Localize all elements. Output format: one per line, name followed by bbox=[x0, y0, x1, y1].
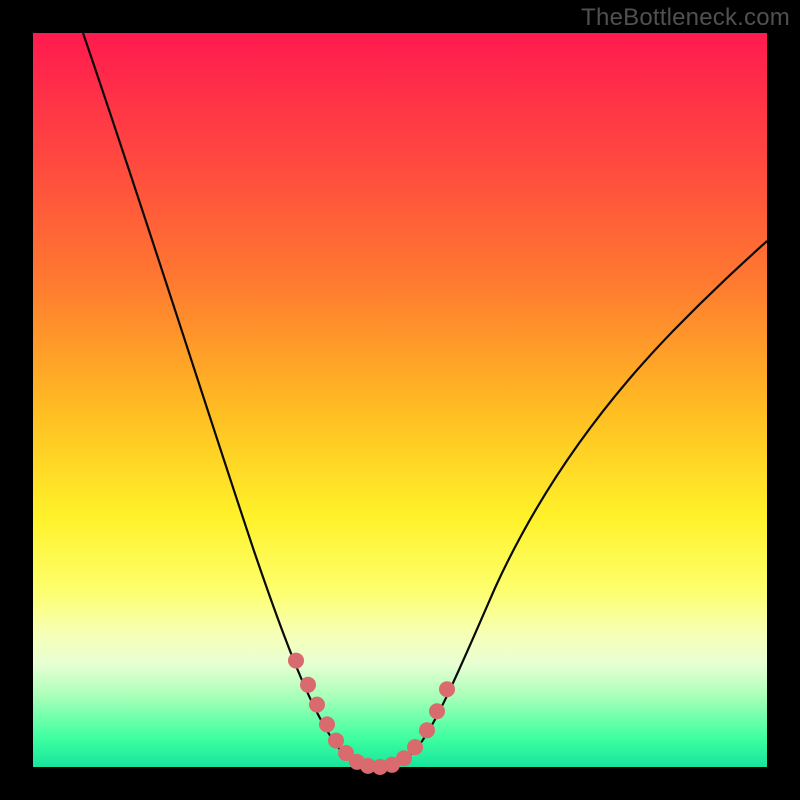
curve-marker bbox=[429, 703, 445, 719]
bottleneck-curve bbox=[83, 33, 767, 767]
chart-svg-layer bbox=[33, 33, 767, 767]
curve-marker bbox=[309, 697, 325, 713]
curve-marker bbox=[439, 681, 455, 697]
watermark-text: TheBottleneck.com bbox=[581, 4, 790, 32]
curve-marker bbox=[288, 653, 304, 669]
curve-markers bbox=[288, 653, 455, 775]
curve-marker bbox=[300, 677, 316, 693]
curve-marker bbox=[419, 722, 435, 738]
curve-marker bbox=[328, 733, 344, 749]
chart-frame: TheBottleneck.com bbox=[0, 0, 800, 800]
curve-marker bbox=[319, 716, 335, 732]
curve-marker bbox=[407, 739, 423, 755]
